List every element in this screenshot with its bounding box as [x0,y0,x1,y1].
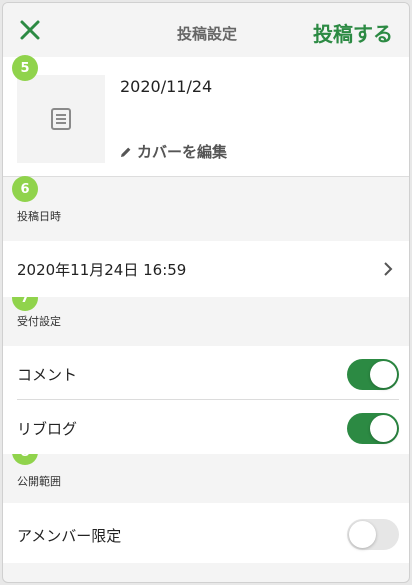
post-datetime-row[interactable]: 2020年11月24日 16:59 [3,241,409,297]
reception-settings-group: コメント リブログ [3,346,409,454]
pencil-icon [121,147,131,157]
visibility-row: アメンバー限定 [3,503,409,563]
toggle-knob [370,415,397,442]
edit-cover-label: カバーを編集 [137,143,228,161]
cover-thumbnail[interactable] [17,75,105,163]
document-icon [51,108,71,130]
chevron-right-icon[interactable] [383,261,393,277]
post-datetime-label: 投稿日時 [17,210,61,223]
step-badge-5: 5 [12,55,38,81]
visibility-label: 公開範囲 [17,475,61,488]
header: 投稿設定 投稿する [3,3,409,57]
members-only-toggle[interactable] [347,519,399,550]
divider [17,399,399,400]
post-datetime-value: 2020年11月24日 16:59 [17,261,187,279]
reblog-toggle[interactable] [347,413,399,444]
comment-toggle[interactable] [347,359,399,390]
edit-cover-button[interactable]: カバーを編集 [120,141,227,162]
cover-date: 2020/11/24 [120,77,213,96]
toggle-knob [349,521,376,548]
toggle-knob [370,361,397,388]
reblog-label: リブログ [17,420,78,438]
reception-settings-label: 受付設定 [17,315,61,328]
cover-card: 2020/11/24 カバーを編集 [3,57,409,177]
post-button[interactable]: 投稿する [313,18,393,47]
members-only-label: アメンバー限定 [17,527,122,545]
post-settings-screen: 投稿設定 投稿する 2020/11/24 カバーを編集 5 6 7 8 投稿日時… [2,2,410,583]
step-badge-6: 6 [12,176,38,202]
comment-label: コメント [17,366,78,384]
